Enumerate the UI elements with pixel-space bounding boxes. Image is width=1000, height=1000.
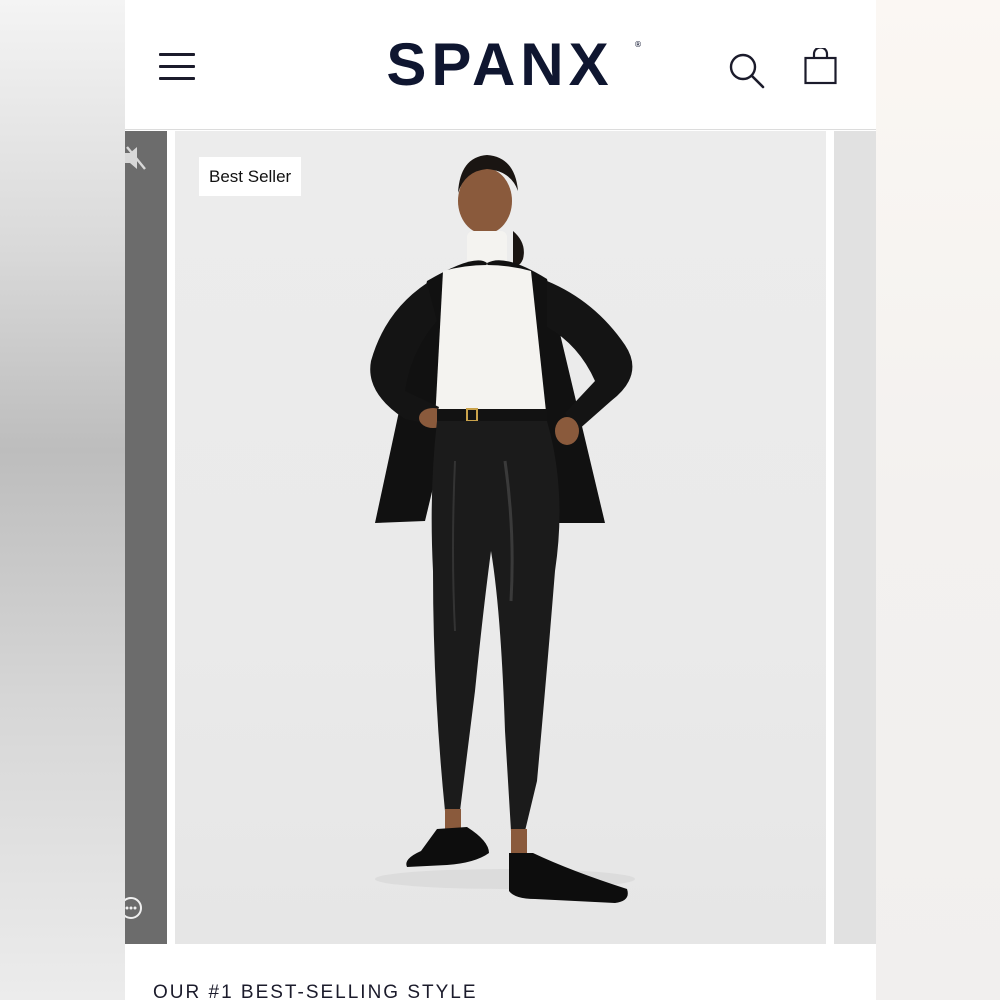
registered-mark: ® [634,40,642,49]
product-image-carousel[interactable]: Best Seller [125,131,876,944]
product-image[interactable]: Best Seller [175,131,826,944]
next-slide[interactable] [834,131,876,944]
model-photo [370,155,635,903]
shopping-bag-icon[interactable] [803,46,839,86]
backdrop-right [876,0,1000,1000]
section-heading: OUR #1 BEST-SELLING STYLE [153,982,478,1000]
brand-logo[interactable]: SPANX [355,30,645,100]
search-icon[interactable] [728,52,766,90]
backdrop-left [0,0,125,1000]
mobile-page: SPANX ® Best Seller OUR #1 BEST-SELLING … [125,0,876,1000]
best-seller-badge: Best Seller [199,157,302,196]
mute-icon[interactable] [125,145,147,171]
previous-slide[interactable] [125,131,167,944]
more-icon[interactable] [125,896,143,920]
site-header: SPANX ® [125,0,876,130]
hamburger-menu-icon[interactable] [159,50,197,82]
